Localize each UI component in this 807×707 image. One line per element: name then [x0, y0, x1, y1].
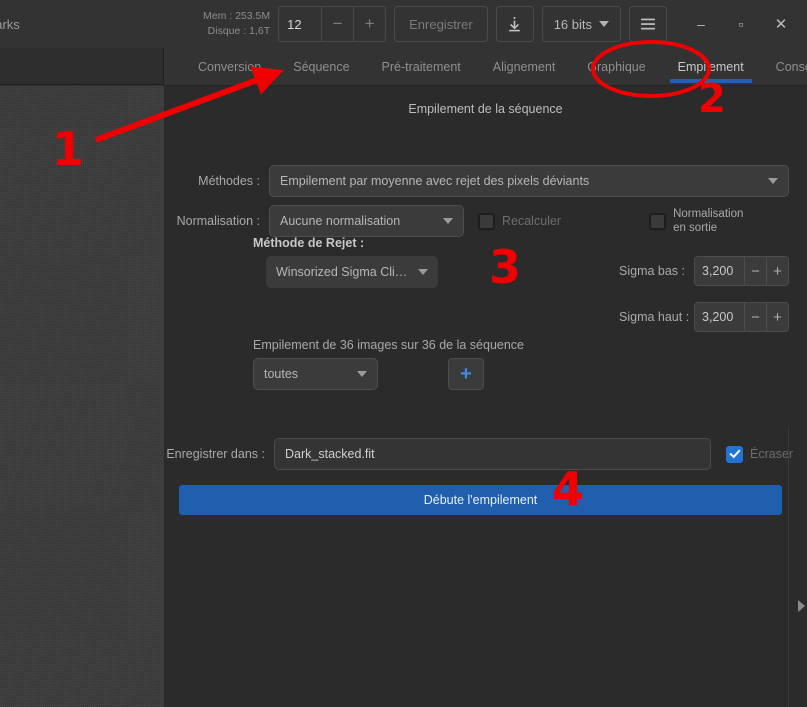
recalculer-checkbox[interactable] — [478, 212, 495, 230]
application-window: darks Mem : 253.5M Disque : 1,6T 12 − + … — [0, 0, 807, 707]
stacking-method-dropdown[interactable]: Empilement par moyenne avec rejet des pi… — [269, 165, 789, 197]
resource-usage-readout: Mem : 253.5M Disque : 1,6T — [203, 0, 270, 48]
chevron-down-icon — [443, 218, 453, 224]
sigma-low-increase-button[interactable]: + — [766, 257, 788, 285]
normalisation-row: Normalisation : Aucune normalisation Rec… — [164, 205, 807, 237]
sigma-high-stepper[interactable]: 3,200 − + — [694, 302, 789, 332]
main-menu-button[interactable] — [629, 6, 667, 42]
image-filter-dropdown[interactable]: toutes — [253, 358, 378, 390]
panel-expand-arrow-icon[interactable] — [798, 600, 805, 612]
title-bar: darks Mem : 253.5M Disque : 1,6T 12 − + … — [0, 0, 807, 48]
chevron-down-icon — [768, 178, 778, 184]
tab-conversion[interactable]: Conversion — [182, 48, 277, 85]
tab-bar: Conversion Séquence Pré-traitement Align… — [164, 48, 807, 86]
download-button[interactable] — [495, 6, 534, 42]
zoom-stepper[interactable]: 12 − + — [278, 6, 387, 42]
maximize-button[interactable]: ▫ — [721, 0, 761, 48]
sigma-high-label: Sigma haut : — [619, 310, 690, 324]
chevron-down-icon — [418, 269, 428, 275]
sigma-low-label: Sigma bas : — [619, 264, 686, 278]
tab-sequence[interactable]: Séquence — [277, 48, 365, 85]
normalisation-sortie-label: Normalisation en sortie — [673, 207, 743, 235]
start-stacking-button[interactable]: Débute l'empilement — [179, 485, 782, 515]
stacking-panel: Empilement de la séquence Méthodes : Emp… — [164, 86, 807, 707]
sigma-high-row: Sigma haut : 3,200 − + — [619, 302, 789, 332]
chevron-down-icon — [599, 21, 609, 27]
output-file-input[interactable]: Dark_stacked.fit — [274, 438, 711, 470]
preview-image[interactable] — [0, 86, 164, 707]
bit-depth-dropdown[interactable]: 16 bits — [541, 6, 621, 42]
zoom-decrease-button[interactable]: − — [321, 7, 354, 41]
close-button[interactable]: ✕ — [761, 0, 801, 48]
overwrite-checkbox-group[interactable]: Écraser — [726, 445, 794, 463]
rejection-method-value: Winsorized Sigma Clipping — [276, 265, 410, 279]
sigma-low-stepper[interactable]: 3,200 − + — [694, 256, 789, 286]
overwrite-checkbox[interactable] — [726, 445, 743, 463]
image-filter-value: toutes — [264, 367, 299, 381]
image-count-text: Empilement de 36 images sur 36 de la séq… — [253, 338, 524, 352]
tab-graphique[interactable]: Graphique — [571, 48, 661, 85]
add-filter-button[interactable]: + — [448, 358, 484, 390]
stacking-method-value: Empilement par moyenne avec rejet des pi… — [280, 174, 590, 188]
sigma-low-value[interactable]: 3,200 — [695, 257, 744, 285]
rejection-method-dropdown[interactable]: Winsorized Sigma Clipping — [266, 256, 438, 288]
sigma-low-row: Sigma bas : 3,200 − + — [619, 256, 789, 286]
normalisation-dropdown[interactable]: Aucune normalisation — [269, 205, 464, 237]
right-panel: Conversion Séquence Pré-traitement Align… — [164, 48, 807, 707]
rejection-method-label: Méthode de Rejet : — [253, 236, 365, 250]
normalisation-sortie-checkbox-group[interactable]: Normalisation en sortie — [649, 207, 743, 235]
document-title-area: darks — [0, 0, 164, 48]
sigma-high-increase-button[interactable]: + — [766, 303, 788, 331]
overwrite-label: Écraser — [750, 447, 794, 461]
normalisation-sortie-checkbox[interactable] — [649, 212, 667, 230]
sigma-low-decrease-button[interactable]: − — [744, 257, 766, 285]
normalisation-sortie-label-line2: en sortie — [673, 222, 718, 234]
download-icon — [509, 16, 520, 31]
output-file-label: Enregistrer dans : — [166, 447, 265, 461]
tab-alignement[interactable]: Alignement — [477, 48, 572, 85]
save-button[interactable]: Enregistrer — [394, 6, 488, 42]
output-file-row: Enregistrer dans : Dark_stacked.fit Écra… — [164, 438, 807, 470]
panel-title: Empilement de la séquence — [408, 102, 563, 116]
sigma-high-decrease-button[interactable]: − — [744, 303, 766, 331]
chevron-down-icon — [357, 371, 367, 377]
methods-label: Méthodes : — [198, 174, 260, 188]
tab-empilement[interactable]: Empilement — [662, 48, 760, 85]
normalisation-label: Normalisation : — [176, 214, 260, 228]
panel-divider — [788, 426, 789, 707]
bit-depth-label: 16 bits — [553, 16, 592, 32]
hamburger-menu-icon — [641, 18, 655, 30]
methods-row: Méthodes : Empilement par moyenne avec r… — [164, 165, 807, 197]
tab-pretraitement[interactable]: Pré-traitement — [366, 48, 477, 85]
normalisation-value: Aucune normalisation — [280, 214, 401, 228]
preview-toolbar — [0, 48, 163, 85]
minimize-button[interactable]: – — [681, 0, 721, 48]
normalisation-sortie-label-line1: Normalisation — [673, 208, 744, 220]
image-preview-panel — [0, 48, 164, 707]
disk-usage-text: Disque : 1,6T — [207, 25, 271, 37]
tab-console[interactable]: Console — [760, 48, 807, 85]
recalculer-label: Recalculer — [502, 214, 562, 228]
memory-usage-text: Mem : 253.5M — [203, 10, 271, 22]
recalculer-checkbox-group[interactable]: Recalculer — [478, 212, 562, 230]
zoom-increase-button[interactable]: + — [353, 7, 386, 41]
document-title: darks — [0, 16, 20, 32]
sigma-high-value[interactable]: 3,200 — [695, 303, 744, 331]
zoom-value[interactable]: 12 — [279, 7, 322, 41]
